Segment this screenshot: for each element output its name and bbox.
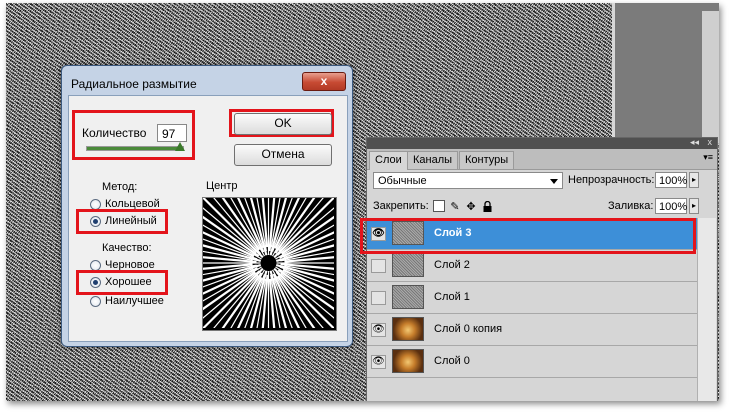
background-panel-strip <box>702 11 719 143</box>
move-icon[interactable]: ✥ <box>465 200 477 213</box>
dialog-title: Радиальное размытие <box>71 77 197 91</box>
layer-thumbnail <box>392 317 424 341</box>
panel-menu-icon[interactable]: ▾≡ <box>703 152 713 163</box>
background-panel <box>612 3 719 143</box>
layer-row[interactable]: 👁 Слой 0 копия <box>367 314 697 346</box>
amount-slider[interactable] <box>86 142 186 151</box>
method-option-label: Линейный <box>105 215 157 227</box>
eye-icon[interactable]: 👁 <box>371 291 386 305</box>
tab-channels[interactable]: Каналы <box>407 151 459 169</box>
radial-blur-dialog: Радиальное размытие x Количество 97 OK О… <box>61 65 379 373</box>
lock-transparency-icon[interactable] <box>433 200 445 212</box>
center-label: Центр <box>206 180 238 192</box>
brush-icon[interactable]: ✎ <box>449 200 461 213</box>
panel-tabs: Слои Каналы Контуры ▾≡ <box>367 149 717 170</box>
tab-layers[interactable]: Слои <box>369 151 408 170</box>
amount-label: Количество <box>82 126 147 140</box>
radio-button <box>90 198 101 210</box>
dropdown-arrow-icon <box>550 179 558 184</box>
layer-row[interactable]: 👁 Слой 1 <box>367 282 697 314</box>
method-linear[interactable]: Линейный <box>90 214 157 228</box>
close-button[interactable]: x <box>302 72 346 91</box>
layer-name: Слой 1 <box>434 291 470 303</box>
blend-mode-value: Обычные <box>378 175 427 187</box>
panel-close-icon[interactable]: x <box>708 137 713 147</box>
quality-best[interactable]: Наилучшее <box>90 294 164 308</box>
lock-icon[interactable] <box>481 200 493 212</box>
amount-input[interactable]: 97 <box>157 124 187 142</box>
radio-button <box>90 259 101 271</box>
opacity-field[interactable]: 100% <box>655 172 687 188</box>
layers-panel: ◂◂ x Слои Каналы Контуры ▾≡ Обычные Непр… <box>360 137 718 401</box>
layer-name: Слой 0 <box>434 355 470 367</box>
blur-preview-image <box>158 153 379 373</box>
eye-icon[interactable]: 👁 <box>371 323 386 337</box>
eye-icon[interactable]: 👁 <box>371 355 386 369</box>
eye-icon[interactable]: 👁 <box>371 259 386 273</box>
screenshot-frame: Радиальное размытие x Количество 97 OK О… <box>6 3 719 401</box>
collapse-icon[interactable]: ◂◂ <box>690 137 699 148</box>
layer-name: Слой 0 копия <box>434 323 503 335</box>
opacity-arrow-icon[interactable]: ▸ <box>689 172 699 188</box>
blur-center-preview[interactable] <box>158 153 379 373</box>
radio-button-selected <box>90 215 101 227</box>
layer-row[interactable]: 👁 Слой 2 <box>367 250 697 282</box>
opacity-label: Непрозрачность: <box>568 174 655 186</box>
amount-slider-thumb[interactable] <box>175 142 186 151</box>
quality-good[interactable]: Хорошее <box>90 275 152 289</box>
fill-field[interactable]: 100% <box>655 198 687 214</box>
layer-thumbnail <box>392 285 424 309</box>
layer-thumbnail <box>392 253 424 277</box>
method-label: Метод: <box>102 181 138 193</box>
cancel-button[interactable]: Отмена <box>234 144 332 166</box>
panel-title-bar: ◂◂ x <box>367 137 717 149</box>
quality-label: Качество: <box>102 242 152 254</box>
amount-slider-fill <box>87 147 181 150</box>
tab-paths[interactable]: Контуры <box>459 151 515 169</box>
layers-scrollbar[interactable] <box>697 218 716 401</box>
selected-layer-highlight <box>360 218 696 254</box>
layer-row[interactable]: 👁 Слой 0 <box>367 346 697 378</box>
layer-name: Слой 2 <box>434 259 470 271</box>
radio-button <box>90 295 101 307</box>
fill-label: Заливка: <box>608 200 654 212</box>
radio-button-selected <box>90 276 101 288</box>
quality-option-label: Наилучшее <box>105 295 164 307</box>
layer-thumbnail <box>392 349 424 373</box>
blend-mode-select[interactable]: Обычные <box>373 172 563 189</box>
ok-button[interactable]: OK <box>234 113 332 135</box>
quality-option-label: Хорошее <box>105 276 152 288</box>
fill-arrow-icon[interactable]: ▸ <box>689 198 699 214</box>
lock-label: Закрепить: <box>373 200 429 212</box>
close-icon: x <box>320 74 328 88</box>
dialog-body: Количество 97 OK Отмена Метод: Кольцевой… <box>68 95 379 373</box>
